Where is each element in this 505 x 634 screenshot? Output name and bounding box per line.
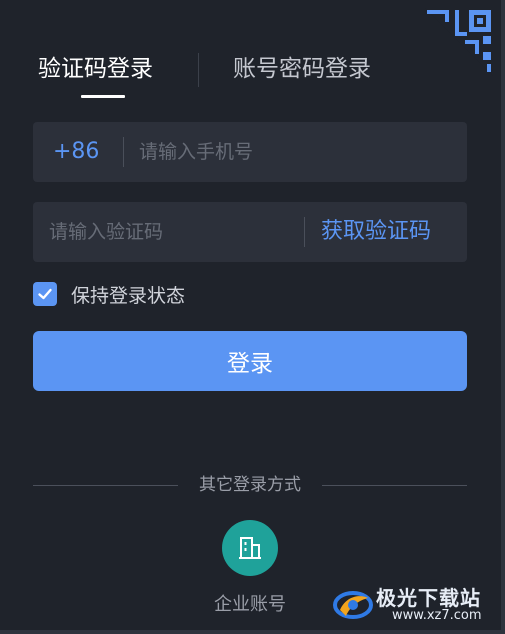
window-right-border bbox=[501, 0, 505, 634]
login-button[interactable]: 登录 bbox=[33, 331, 467, 391]
phone-field: +86 bbox=[33, 122, 467, 182]
remember-label: 保持登录状态 bbox=[71, 284, 186, 307]
country-code-selector[interactable]: +86 bbox=[53, 122, 99, 182]
field-divider bbox=[304, 217, 305, 247]
aurora-logo-icon bbox=[333, 591, 373, 619]
remember-login-option[interactable]: 保持登录状态 bbox=[33, 280, 185, 308]
enterprise-login-button[interactable] bbox=[222, 520, 278, 576]
watermark-url: www.xz7.com bbox=[392, 608, 482, 623]
tab-sms-login[interactable]: 验证码登录 bbox=[38, 50, 153, 88]
tab-divider bbox=[198, 53, 199, 87]
field-divider bbox=[123, 137, 124, 167]
check-icon bbox=[38, 288, 52, 300]
active-tab-indicator bbox=[81, 95, 125, 98]
phone-input[interactable] bbox=[139, 122, 449, 182]
code-field: 获取验证码 bbox=[33, 202, 467, 262]
site-watermark: 极光下载站 www.xz7.com bbox=[332, 582, 497, 628]
divider-line-right bbox=[322, 485, 467, 486]
divider-line-left bbox=[33, 485, 178, 486]
remember-checkbox[interactable] bbox=[33, 282, 57, 306]
other-login-label: 其它登录方式 bbox=[199, 475, 301, 495]
verification-code-input[interactable] bbox=[49, 202, 294, 262]
get-code-button[interactable]: 获取验证码 bbox=[321, 202, 431, 262]
tab-password-login[interactable]: 账号密码登录 bbox=[233, 50, 371, 88]
login-tabs: 验证码登录 账号密码登录 bbox=[33, 50, 473, 100]
building-icon bbox=[239, 537, 261, 559]
watermark-name: 极光下载站 bbox=[376, 586, 481, 610]
enterprise-login-label: 企业账号 bbox=[214, 594, 286, 615]
window-bottom-border bbox=[0, 630, 505, 634]
